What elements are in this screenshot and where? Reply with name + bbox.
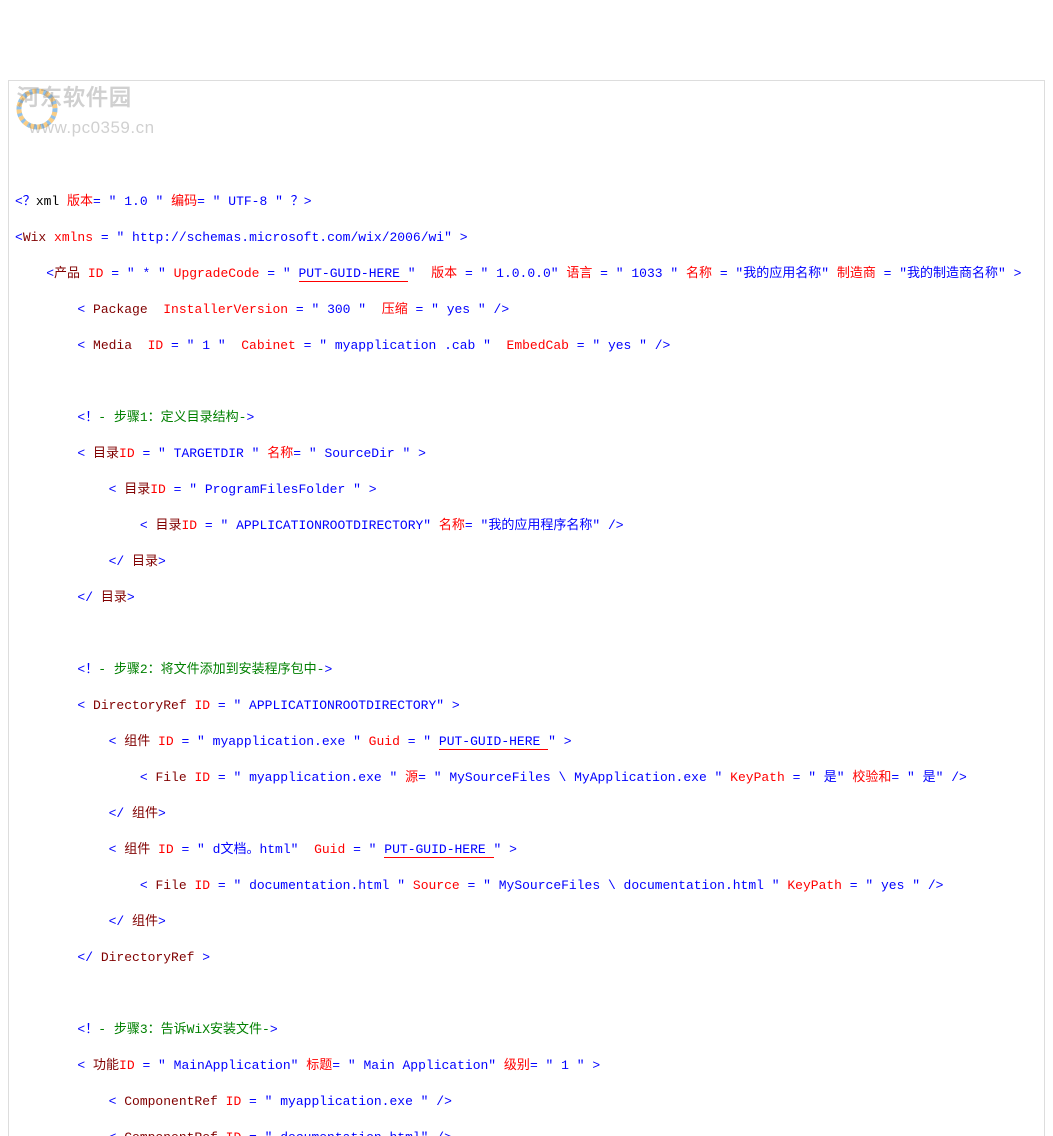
code-line: < 目录ID = " TARGETDIR " 名称= " SourceDir "…: [15, 445, 1038, 463]
code-line: <！- 步骤2：将文件添加到安装程序包中->: [15, 661, 1038, 679]
watermark-url: www.pc0359.cn: [29, 119, 155, 137]
code-line: </ 组件>: [15, 805, 1038, 823]
code-line: <！- 步骤1：定义目录结构->: [15, 409, 1038, 427]
code-line: <产品 ID = " * " UpgradeCode = " PUT-GUID-…: [15, 265, 1038, 283]
code-line: </ DirectoryRef >: [15, 949, 1038, 967]
watermark-logo: [15, 87, 59, 131]
code-line: < 组件 ID = " d文档。html" Guid = " PUT-GUID-…: [15, 841, 1038, 859]
code-line: < ComponentRef ID = " myapplication.exe …: [15, 1093, 1038, 1111]
code-line: </ 目录>: [15, 553, 1038, 571]
code-line: < File ID = " myapplication.exe " 源= " M…: [15, 769, 1038, 787]
code-line: < 目录ID = " APPLICATIONROOTDIRECTORY" 名称=…: [15, 517, 1038, 535]
code-line: <？xml 版本= " 1.0 " 编码= " UTF-8 " ？>: [15, 193, 1038, 211]
code-line: < 目录ID = " ProgramFilesFolder " >: [15, 481, 1038, 499]
code-line: < ComponentRef ID = " documentation.html…: [15, 1129, 1038, 1136]
code-line: </ 组件>: [15, 913, 1038, 931]
code-line: < File ID = " documentation.html " Sourc…: [15, 877, 1038, 895]
code-line: < 功能ID = " MainApplication" 标题= " Main A…: [15, 1057, 1038, 1075]
code-line: <！- 步骤3：告诉WiX安装文件->: [15, 1021, 1038, 1039]
code-line: <Wix xmlns = " http://schemas.microsoft.…: [15, 229, 1038, 247]
code-line: [15, 373, 1038, 391]
code-block: 河东软件园 www.pc0359.cn <？xml 版本= " 1.0 " 编码…: [8, 80, 1045, 1136]
code-line: [15, 985, 1038, 1003]
code-line: < Package InstallerVersion = " 300 " 压缩 …: [15, 301, 1038, 319]
code-line: < 组件 ID = " myapplication.exe " Guid = "…: [15, 733, 1038, 751]
code-line: </ 目录>: [15, 589, 1038, 607]
code-line: [15, 625, 1038, 643]
code-line: < Media ID = " 1 " Cabinet = " myapplica…: [15, 337, 1038, 355]
code-line: < DirectoryRef ID = " APPLICATIONROOTDIR…: [15, 697, 1038, 715]
watermark-text: 河东软件园: [17, 89, 132, 107]
